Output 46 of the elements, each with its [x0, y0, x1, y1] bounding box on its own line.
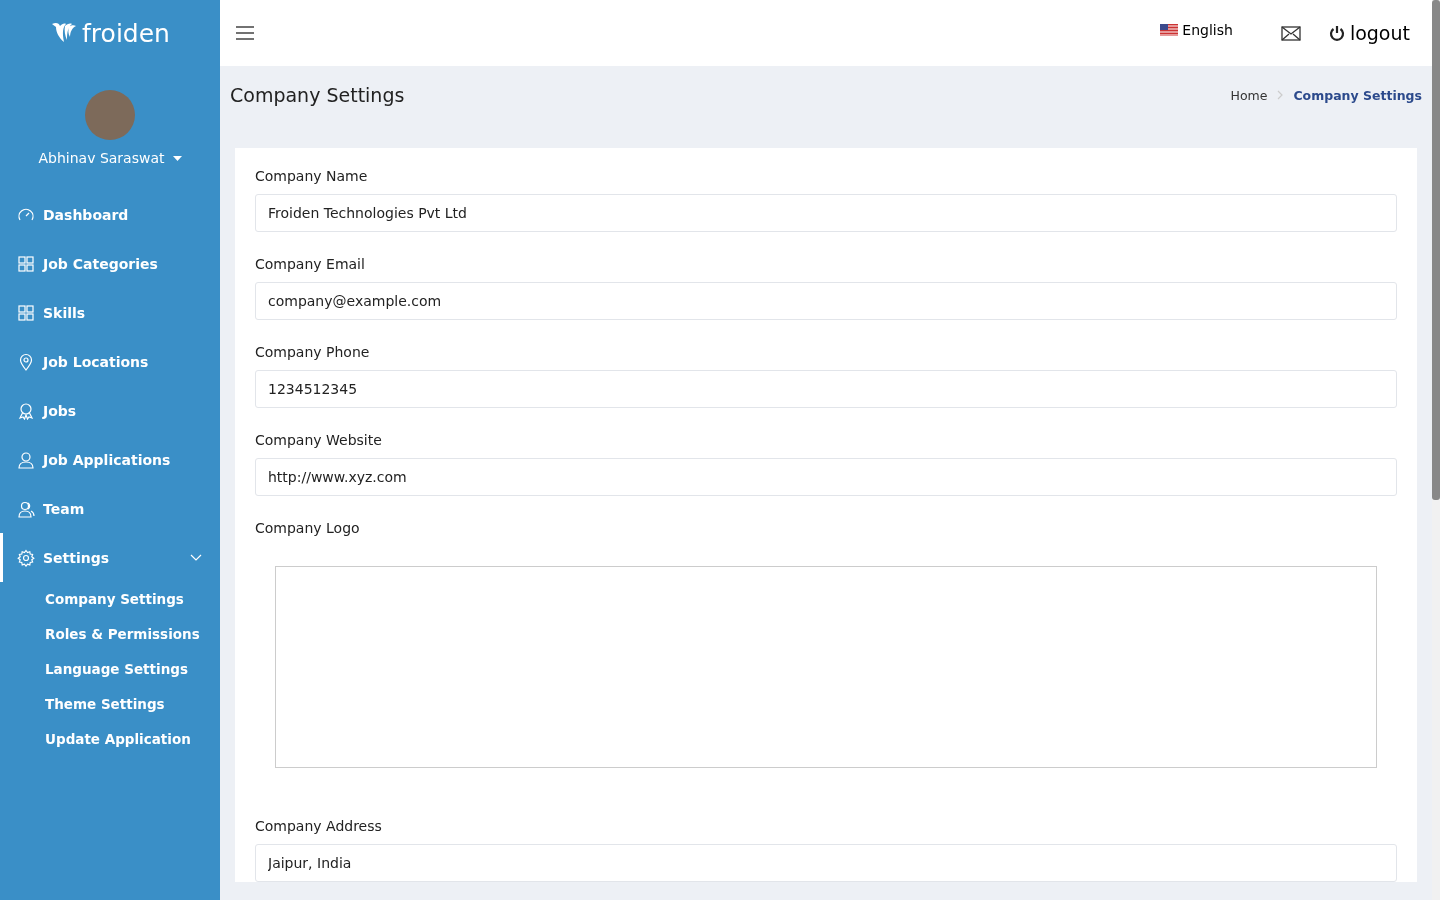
field-label: Company Email: [255, 256, 366, 272]
award-icon: [17, 401, 35, 420]
submenu-item[interactable]: Company Settings: [45, 582, 220, 617]
users-icon: [17, 499, 35, 518]
brand-name: froiden: [82, 18, 170, 48]
user-icon: [17, 450, 35, 469]
page-title: Company Settings: [230, 84, 405, 106]
field-label: Company Name: [255, 168, 369, 184]
avatar: [85, 90, 135, 140]
nav-item[interactable]: Job Categories: [0, 239, 220, 288]
input-field[interactable]: Froiden Technologies Pvt Ltd: [255, 194, 1397, 232]
breadcrumb-link[interactable]: Company Settings: [1293, 87, 1422, 103]
field-label: Company Website: [255, 432, 383, 448]
nav-item[interactable]: Jobs: [0, 386, 220, 435]
nav-item[interactable]: Dashboard: [0, 190, 220, 239]
nav-item[interactable]: Skills: [0, 288, 220, 337]
language-selector[interactable]: English: [1160, 22, 1233, 38]
input-field[interactable]: company@example.com: [255, 282, 1397, 320]
user-menu[interactable]: Abhinav Saraswat: [38, 150, 182, 166]
chevron-icon: [1277, 90, 1284, 100]
chevron-icon: [190, 553, 202, 562]
power-icon: [1328, 24, 1345, 42]
grid-icon: [17, 254, 35, 273]
field-label: Company Phone: [255, 344, 371, 360]
submenu-item[interactable]: Language Settings: [45, 652, 220, 687]
field-label: Company Address: [255, 818, 383, 834]
input-field[interactable]: 1234512345: [255, 370, 1397, 408]
nav-item[interactable]: Job Applications: [0, 435, 220, 484]
flag-icon: [1160, 24, 1179, 36]
submenu-item[interactable]: Roles & Permissions: [45, 617, 220, 652]
input-field[interactable]: Jaipur, India: [255, 844, 1397, 882]
submenu-item[interactable]: Update Application: [45, 722, 220, 757]
logout-button[interactable]: logout: [1328, 22, 1410, 44]
input-field[interactable]: http://www.xyz.com: [255, 458, 1397, 496]
caret-icon: [172, 155, 182, 161]
nav-item[interactable]: Job Locations: [0, 337, 220, 386]
grid-icon: [17, 303, 35, 322]
field-label: Company Logo: [255, 520, 361, 536]
nav-item[interactable]: Team: [0, 484, 220, 533]
location-pin-icon: [17, 352, 35, 371]
scrollbar[interactable]: [1432, 0, 1440, 900]
settings-icon: [17, 548, 35, 567]
mail-icon[interactable]: [1280, 25, 1301, 41]
breadcrumb-link[interactable]: Home: [1230, 87, 1268, 103]
menu-icon[interactable]: [235, 25, 255, 41]
submenu-item[interactable]: Theme Settings: [45, 687, 220, 722]
